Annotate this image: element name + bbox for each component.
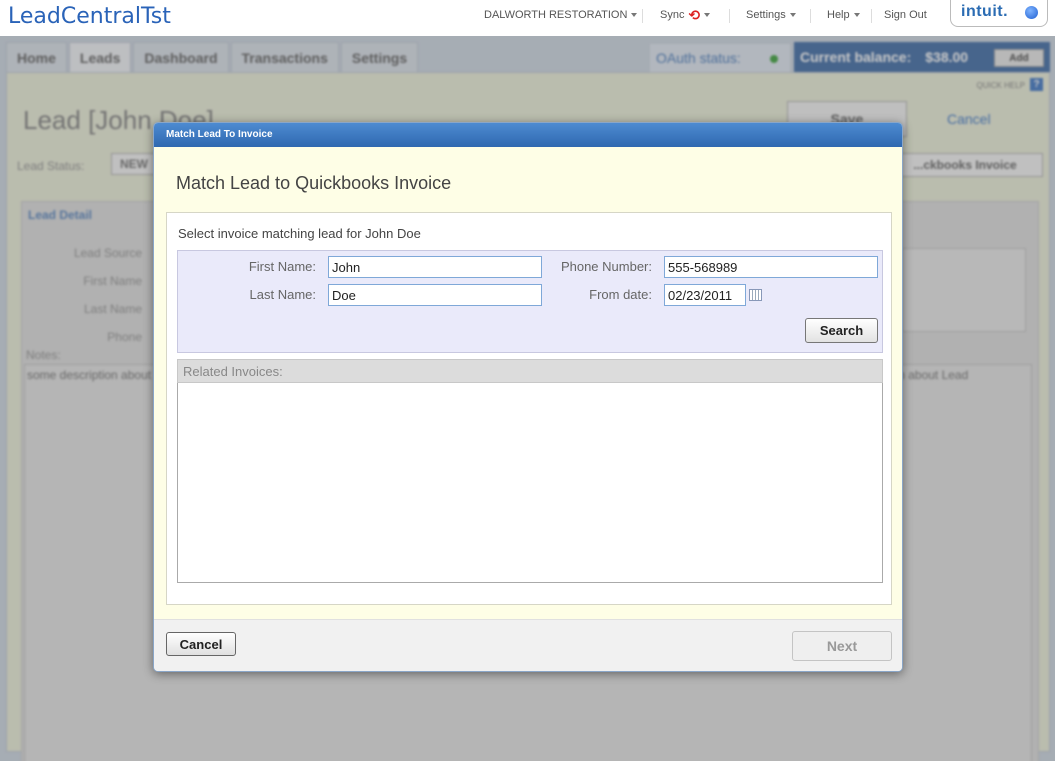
last-name-label: Last Name: [249,287,316,302]
dialog-body: Select invoice matching lead for John Do… [166,212,892,605]
cancel-button[interactable]: Cancel [166,632,236,656]
divider [810,9,811,23]
dialog-heading: Match Lead to Quickbooks Invoice [176,173,452,193]
intuit-logo-text: intuit. [961,3,1009,20]
help-menu-label: Help [827,9,850,21]
chevron-down-icon [789,13,796,17]
from-date-label: From date: [589,287,652,302]
company-menu-label: DALWORTH RESTORATION [484,9,628,21]
from-date-input[interactable] [664,284,746,306]
app-title[interactable]: LeadCentralTst [8,4,171,29]
divider [642,9,643,23]
next-button[interactable]: Next [792,631,892,661]
search-form: First Name: Last Name: Phone Number: Fro… [177,250,883,353]
company-menu[interactable]: DALWORTH RESTORATION [484,9,638,21]
search-button[interactable]: Search [805,318,878,343]
divider [729,9,730,23]
sync-menu[interactable]: Sync ⟲ [660,6,711,23]
sync-menu-label: Sync [660,9,685,21]
chevron-down-icon [631,13,638,17]
calendar-icon[interactable] [749,289,762,301]
help-menu[interactable]: Help [827,9,860,21]
settings-menu-label: Settings [746,9,786,21]
intuit-logo[interactable]: intuit. [950,0,1048,27]
top-bar: LeadCentralTst DALWORTH RESTORATION Sync… [0,0,1055,36]
intuit-globe-icon [1025,6,1038,19]
divider [871,9,872,23]
first-name-input[interactable] [328,256,542,278]
dialog-title: Match Lead To Invoice [166,129,273,140]
settings-menu[interactable]: Settings [746,9,796,21]
chevron-down-icon [704,13,711,17]
dialog-header: Match Lead To Invoice [154,123,902,147]
match-lead-dialog: Match Lead To Invoice Match Lead to Quic… [153,122,903,672]
last-name-input[interactable] [328,284,542,306]
phone-number-input[interactable] [664,256,878,278]
phone-number-label: Phone Number: [560,259,652,274]
related-invoices-list[interactable] [177,383,883,583]
sign-out-link[interactable]: Sign Out [884,9,927,21]
dialog-footer: Cancel Next [154,619,902,671]
related-invoices-header: Related Invoices: [177,359,883,383]
sync-icon: ⟲ [688,6,701,23]
instruction-text: Select invoice matching lead for John Do… [178,226,421,241]
first-name-label: First Name: [248,259,316,274]
chevron-down-icon [853,13,860,17]
